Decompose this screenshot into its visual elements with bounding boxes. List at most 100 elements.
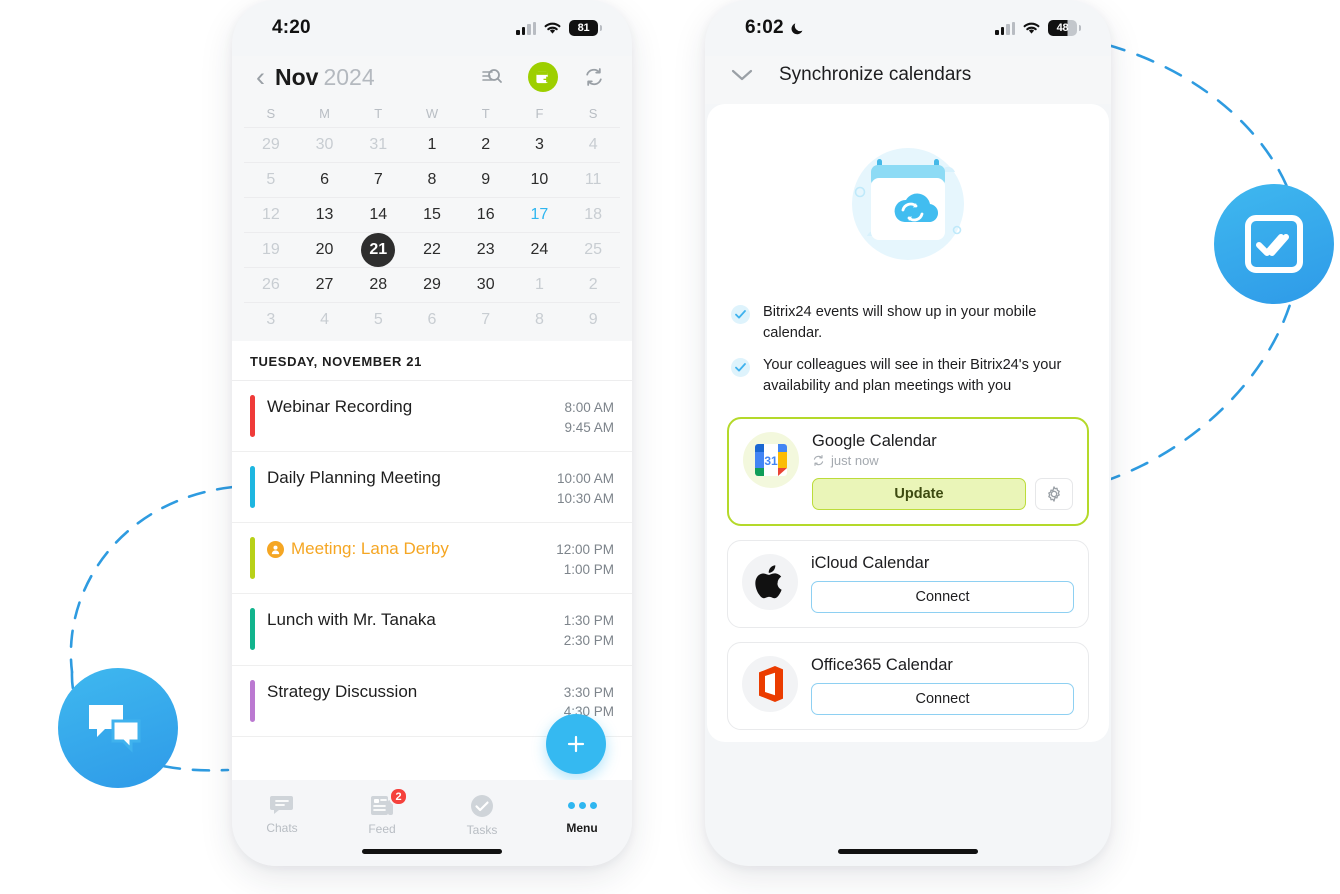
- sync-status-text: just now: [831, 452, 879, 468]
- chevron-down-icon[interactable]: [731, 68, 753, 82]
- agenda-event-row[interactable]: Meeting: Lana Derby 12:00 PM 1:00 PM: [232, 523, 632, 595]
- tab-badge-feed: 2: [389, 787, 408, 806]
- calendar-day-27[interactable]: 27: [297, 267, 352, 302]
- calendar-day-9[interactable]: 9: [566, 302, 620, 337]
- update-button[interactable]: Update: [812, 477, 1026, 510]
- calendar-day-25[interactable]: 25: [566, 232, 620, 267]
- calendar-day-30[interactable]: 30: [458, 267, 513, 302]
- connect-button[interactable]: Connect: [811, 682, 1074, 715]
- calendar-day-5[interactable]: 5: [351, 302, 406, 337]
- calendar-day-number: 8: [534, 311, 544, 328]
- tab-chats[interactable]: Chats: [232, 794, 332, 835]
- provider-card-icloud-calendar[interactable]: iCloud Calendar Connect: [727, 539, 1089, 628]
- connect-button[interactable]: Connect: [811, 580, 1074, 613]
- calendar-day-11[interactable]: 11: [566, 162, 620, 197]
- event-title: Lunch with Mr. Tanaka: [267, 608, 436, 630]
- calendar-day-20[interactable]: 20: [297, 232, 352, 267]
- decorative-dashed-arcs: [69, 43, 1302, 772]
- calendar-day-4[interactable]: 4: [566, 127, 620, 162]
- crescent-moon-icon: [791, 22, 803, 34]
- chevron-left-icon[interactable]: ‹: [256, 63, 265, 91]
- calendar-day-31[interactable]: 31: [351, 127, 406, 162]
- status-bar-right: 6:02 48: [705, 0, 1111, 56]
- calendar-day-1[interactable]: 1: [405, 127, 459, 162]
- calendar-provider-cards[interactable]: 31 Google Calendar just now Update iCloud Ca…: [727, 416, 1089, 730]
- tab-label: Feed: [368, 822, 396, 836]
- calendar-day-26[interactable]: 26: [244, 267, 298, 302]
- calendar-day-23[interactable]: 23: [458, 232, 513, 267]
- agenda-event-row[interactable]: Webinar Recording 8:00 AM 9:45 AM: [232, 381, 632, 453]
- calendar-day-24[interactable]: 24: [512, 232, 567, 267]
- page-title[interactable]: Nov 2024: [275, 64, 375, 91]
- calendar-day-29[interactable]: 29: [244, 127, 298, 162]
- calendar-day-grid[interactable]: 29 30 31 1 2 3 4 5 6 7 8 9 10 11 12 13 14 15 16 17 18 19 20 21 2…: [232, 127, 632, 337]
- event-start-time: 8:00 AM: [564, 400, 614, 415]
- tab-label: Chats: [266, 821, 298, 835]
- calendar-day-12[interactable]: 12: [244, 197, 298, 232]
- three-dots-icon: [567, 794, 597, 816]
- calendar-day-number: 17: [530, 206, 549, 223]
- calendar-day-13[interactable]: 13: [297, 197, 352, 232]
- calendar-day-18[interactable]: 18: [566, 197, 620, 232]
- weekday-label: T: [481, 106, 490, 121]
- calendar-day-6[interactable]: 6: [297, 162, 352, 197]
- calendar-day-29[interactable]: 29: [405, 267, 459, 302]
- status-time-group: 6:02: [745, 17, 805, 39]
- event-end-time: 10:30 AM: [556, 490, 614, 506]
- calendar-day-7[interactable]: 7: [351, 162, 406, 197]
- provider-name: Office365 Calendar: [811, 655, 953, 674]
- calendar-day-7[interactable]: 7: [458, 302, 513, 337]
- calendar-day-14[interactable]: 14: [351, 197, 406, 232]
- tab-feed[interactable]: 2 Feed: [332, 787, 432, 836]
- calendar-month: Nov: [275, 63, 319, 90]
- calendar-day-22[interactable]: 22: [405, 232, 459, 267]
- calendar-day-19[interactable]: 19: [244, 232, 298, 267]
- calendar-share-icon[interactable]: [528, 62, 558, 92]
- calendar-day-8[interactable]: 8: [512, 302, 567, 337]
- tab-tasks[interactable]: Tasks: [432, 794, 532, 837]
- bottom-tab-bar[interactable]: Chats 2 Feed Tasks Menu: [232, 780, 632, 866]
- calendar-weekday-row: S M T W T F S: [232, 106, 632, 127]
- calendar-day-5[interactable]: 5: [244, 162, 298, 197]
- event-end-time: 9:45 AM: [564, 419, 614, 435]
- agenda-event-row[interactable]: Daily Planning Meeting 10:00 AM 10:30 AM: [232, 452, 632, 524]
- calendar-day-10[interactable]: 10: [512, 162, 567, 197]
- calendar-day-6[interactable]: 6: [405, 302, 459, 337]
- status-indicators: 48: [995, 20, 1081, 36]
- status-indicators: 81: [516, 20, 602, 36]
- calendar-day-28[interactable]: 28: [351, 267, 406, 302]
- calendar-day-2[interactable]: 2: [566, 267, 620, 302]
- tab-menu[interactable]: Menu: [532, 794, 632, 835]
- calendar-day-number: 3: [534, 136, 544, 153]
- calendar-day-number: 16: [476, 206, 495, 223]
- event-start-time: 10:00 AM: [556, 471, 614, 487]
- calendar-day-3[interactable]: 3: [512, 127, 567, 162]
- provider-name: iCloud Calendar: [811, 553, 930, 572]
- calendar-day-9[interactable]: 9: [458, 162, 513, 197]
- agenda-event-row[interactable]: Lunch with Mr. Tanaka 1:30 PM 2:30 PM: [232, 594, 632, 666]
- calendar-day-number: 9: [588, 311, 598, 328]
- calendar-day-4[interactable]: 4: [297, 302, 352, 337]
- calendar-day-2[interactable]: 2: [458, 127, 513, 162]
- agenda-event-list[interactable]: Webinar Recording 8:00 AM 9:45 AM Daily Pla…: [232, 381, 632, 737]
- sync-refresh-icon[interactable]: [580, 63, 608, 91]
- calendar-day-3[interactable]: 3: [244, 302, 298, 337]
- provider-card-google-calendar[interactable]: 31 Google Calendar just now Update: [727, 416, 1089, 526]
- sync-content-panel: Bitrix24 events will show up in your mob…: [707, 104, 1109, 742]
- chat-bubbles-icon: [89, 705, 141, 753]
- decorative-tasks-circle: [1214, 184, 1334, 304]
- filter-search-icon[interactable]: [478, 63, 506, 91]
- settings-button[interactable]: [1035, 477, 1073, 510]
- add-event-button[interactable]: [546, 714, 606, 774]
- check-icon: [731, 358, 750, 378]
- calendar-day-1[interactable]: 1: [512, 267, 567, 302]
- calendar-day-17[interactable]: 17: [512, 197, 567, 232]
- event-end-time: 1:00 PM: [563, 561, 614, 577]
- calendar-day-15[interactable]: 15: [405, 197, 459, 232]
- home-indicator: [362, 849, 502, 854]
- calendar-day-30[interactable]: 30: [297, 127, 352, 162]
- calendar-day-16[interactable]: 16: [458, 197, 513, 232]
- calendar-day-21[interactable]: 21: [351, 232, 406, 267]
- calendar-day-8[interactable]: 8: [405, 162, 459, 197]
- provider-card-office365-calendar[interactable]: Office365 Calendar Connect: [727, 641, 1089, 730]
